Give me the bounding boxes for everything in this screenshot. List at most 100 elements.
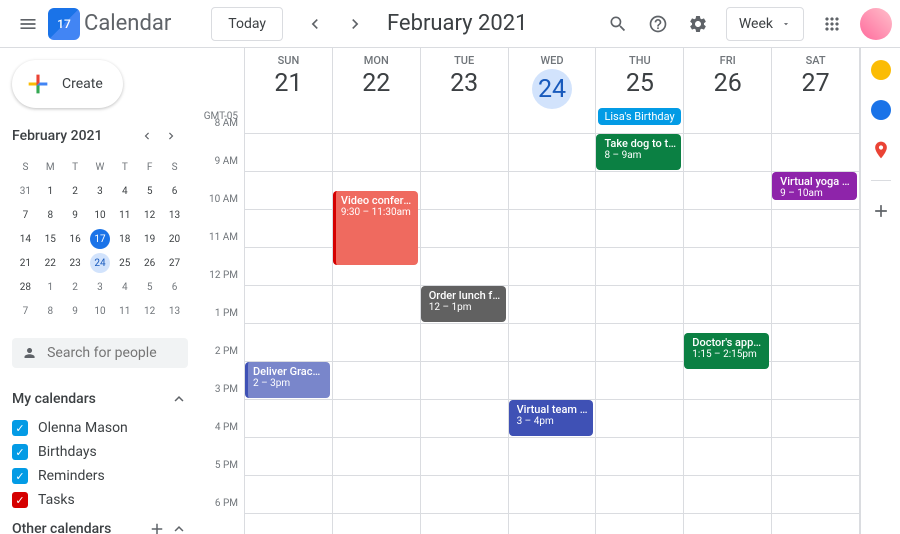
mini-day[interactable]: 6: [163, 276, 186, 298]
day-column[interactable]: Video conference9:30 – 11:30am: [332, 134, 420, 534]
mini-day[interactable]: 3: [89, 276, 112, 298]
keep-icon[interactable]: [871, 60, 891, 80]
calendar-event[interactable]: Virtual team mee3 – 4pm: [509, 400, 594, 436]
mini-day[interactable]: 22: [39, 252, 62, 274]
view-selector[interactable]: Week: [726, 7, 804, 41]
mini-day[interactable]: 7: [14, 300, 37, 322]
mini-day[interactable]: 27: [163, 252, 186, 274]
day-header[interactable]: SAT27: [771, 48, 859, 124]
mini-day[interactable]: 1: [39, 276, 62, 298]
main-menu-button[interactable]: [8, 4, 48, 44]
mini-day[interactable]: 4: [113, 180, 136, 202]
search-button[interactable]: [598, 4, 638, 44]
calendar-event[interactable]: Order lunch for o12 – 1pm: [421, 286, 506, 322]
mini-day[interactable]: 17: [89, 228, 112, 250]
calendar-item[interactable]: ✓Reminders: [12, 464, 188, 488]
day-header[interactable]: SUN21: [244, 48, 332, 124]
mini-day[interactable]: 11: [113, 300, 136, 322]
calendar-item[interactable]: ✓Olenna Mason: [12, 416, 188, 440]
mini-day[interactable]: 13: [163, 300, 186, 322]
mini-day[interactable]: 21: [14, 252, 37, 274]
mini-day[interactable]: 28: [14, 276, 37, 298]
day-column[interactable]: Doctor's appointm1:15 – 2:15pm: [683, 134, 771, 534]
calendar-event[interactable]: Take dog to the v8 – 9am: [596, 134, 681, 170]
my-calendars-header[interactable]: My calendars: [12, 382, 188, 416]
mini-day[interactable]: 6: [163, 180, 186, 202]
day-header[interactable]: FRI26: [683, 48, 771, 124]
mini-day[interactable]: 14: [14, 228, 37, 250]
mini-day[interactable]: 12: [138, 204, 161, 226]
mini-day[interactable]: 19: [138, 228, 161, 250]
calendar-checkbox[interactable]: ✓: [12, 444, 28, 460]
day-column[interactable]: Virtual team mee3 – 4pm: [508, 134, 596, 534]
mini-day[interactable]: 5: [138, 276, 161, 298]
allday-cell[interactable]: [508, 124, 596, 133]
calendar-event[interactable]: Video conference9:30 – 11:30am: [333, 191, 418, 265]
day-column[interactable]: Order lunch for o12 – 1pm: [420, 134, 508, 534]
mini-day[interactable]: 7: [14, 204, 37, 226]
help-button[interactable]: [638, 4, 678, 44]
day-header[interactable]: WED24: [508, 48, 596, 124]
mini-day[interactable]: 24: [89, 252, 112, 274]
today-button[interactable]: Today: [211, 7, 283, 41]
maps-icon[interactable]: [871, 140, 891, 160]
mini-day[interactable]: 12: [138, 300, 161, 322]
mini-day[interactable]: 8: [39, 300, 62, 322]
mini-day[interactable]: 3: [89, 180, 112, 202]
prev-week-button[interactable]: [295, 4, 335, 44]
day-column[interactable]: Deliver Grace's g2 – 3pm: [244, 134, 332, 534]
mini-day[interactable]: 8: [39, 204, 62, 226]
calendar-checkbox[interactable]: ✓: [12, 420, 28, 436]
day-column[interactable]: Take dog to the v8 – 9am: [595, 134, 683, 534]
add-icon[interactable]: [148, 520, 166, 534]
mini-day[interactable]: 1: [39, 180, 62, 202]
calendar-checkbox[interactable]: ✓: [12, 492, 28, 508]
mini-day[interactable]: 18: [113, 228, 136, 250]
allday-cell[interactable]: [683, 124, 771, 133]
account-avatar[interactable]: [860, 8, 892, 40]
allday-cell[interactable]: [771, 124, 859, 133]
mini-day[interactable]: 25: [113, 252, 136, 274]
mini-day[interactable]: 11: [113, 204, 136, 226]
add-addon-icon[interactable]: [871, 201, 891, 221]
mini-day[interactable]: 26: [138, 252, 161, 274]
next-week-button[interactable]: [335, 4, 375, 44]
mini-day[interactable]: 2: [64, 180, 87, 202]
calendar-event[interactable]: Virtual yoga class9 – 10am: [772, 172, 857, 200]
mini-day[interactable]: 9: [64, 300, 87, 322]
allday-cell[interactable]: Lisa's Birthday: [595, 124, 683, 133]
calendar-event[interactable]: Deliver Grace's g2 – 3pm: [245, 362, 330, 398]
mini-day[interactable]: 31: [14, 180, 37, 202]
search-people[interactable]: [12, 338, 188, 368]
mini-day[interactable]: 13: [163, 204, 186, 226]
mini-day[interactable]: 4: [113, 276, 136, 298]
allday-cell[interactable]: [244, 124, 332, 133]
mini-day[interactable]: 20: [163, 228, 186, 250]
day-column[interactable]: Virtual yoga class9 – 10am: [771, 134, 859, 534]
mini-calendar[interactable]: SMTWTFS 31123456789101112131415161718192…: [12, 154, 188, 324]
allday-cell[interactable]: [420, 124, 508, 133]
calendar-checkbox[interactable]: ✓: [12, 468, 28, 484]
tasks-icon[interactable]: [871, 100, 891, 120]
mini-day[interactable]: 2: [64, 276, 87, 298]
day-header[interactable]: MON22: [332, 48, 420, 124]
calendar-item[interactable]: ✓Tasks: [12, 488, 188, 512]
mini-prev-button[interactable]: [140, 124, 164, 148]
mini-day[interactable]: 15: [39, 228, 62, 250]
mini-day[interactable]: 10: [89, 300, 112, 322]
settings-button[interactable]: [678, 4, 718, 44]
apps-button[interactable]: [812, 4, 852, 44]
allday-cell[interactable]: [332, 124, 420, 133]
search-people-input[interactable]: [47, 345, 178, 361]
calendar-item[interactable]: ✓Birthdays: [12, 440, 188, 464]
allday-event[interactable]: Lisa's Birthday: [598, 108, 681, 125]
create-button[interactable]: Create: [12, 60, 123, 108]
day-header[interactable]: TUE23: [420, 48, 508, 124]
mini-day[interactable]: 23: [64, 252, 87, 274]
mini-day[interactable]: 5: [138, 180, 161, 202]
mini-day[interactable]: 16: [64, 228, 87, 250]
mini-day[interactable]: 9: [64, 204, 87, 226]
mini-day[interactable]: 10: [89, 204, 112, 226]
other-calendars-header[interactable]: Other calendars: [12, 512, 188, 534]
mini-next-button[interactable]: [164, 124, 188, 148]
